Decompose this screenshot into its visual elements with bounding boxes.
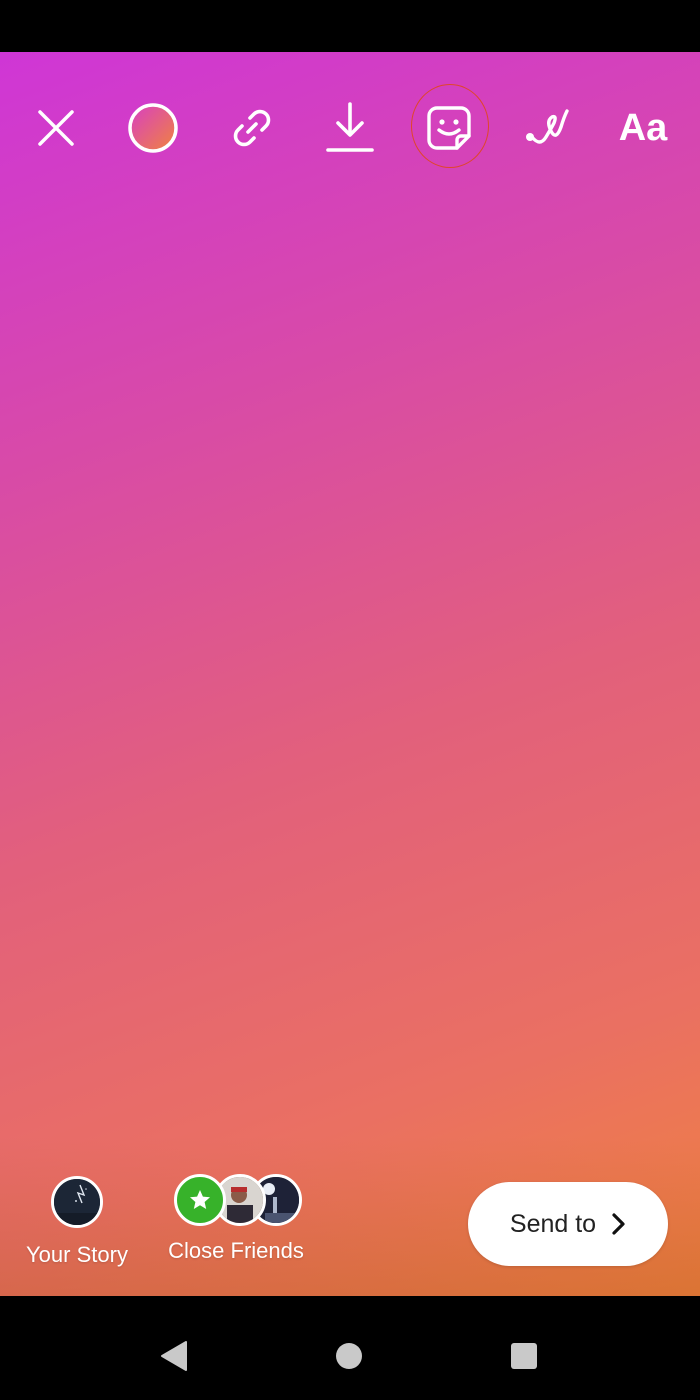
send-to-label: Send to [509, 1209, 597, 1238]
close-friends-button[interactable]: Close Friends [160, 1170, 312, 1264]
send-to-button[interactable]: Send to [468, 1182, 668, 1266]
system-nav-bar [0, 1296, 700, 1400]
color-picker-button[interactable] [113, 78, 193, 178]
chevron-right-icon [612, 1213, 625, 1235]
text-tool-label: Aa [618, 106, 668, 149]
status-bar [0, 0, 700, 52]
nav-recents-button[interactable] [494, 1326, 554, 1386]
close-friends-label: Close Friends [168, 1238, 304, 1263]
link-button[interactable] [212, 78, 292, 178]
nav-home-button[interactable] [319, 1326, 379, 1386]
home-circle-icon [336, 1343, 362, 1369]
story-editor-screen: Aa Your Story Close Friends Send to [0, 0, 700, 1400]
sticker-icon [427, 106, 471, 150]
close-icon [38, 110, 74, 146]
close-button[interactable] [16, 78, 96, 178]
link-icon [233, 109, 271, 147]
sticker-button[interactable] [409, 78, 489, 178]
draw-button[interactable] [506, 78, 586, 178]
download-icon [326, 102, 374, 152]
editor-toolbar: Aa [0, 78, 700, 178]
color-gradient-icon [128, 103, 178, 153]
nav-back-button[interactable] [144, 1326, 204, 1386]
close-friends-badge [174, 1174, 226, 1226]
download-button[interactable] [310, 78, 390, 178]
back-triangle-icon [161, 1341, 187, 1371]
your-story-avatar [51, 1176, 103, 1228]
your-story-label: Your Story [26, 1242, 128, 1267]
story-canvas[interactable] [0, 52, 700, 1296]
close-friends-avatars [166, 1170, 306, 1228]
recents-square-icon [511, 1343, 537, 1369]
draw-squiggle-icon [526, 109, 569, 144]
star-icon [190, 1190, 210, 1209]
your-story-button[interactable]: Your Story [18, 1170, 136, 1268]
text-tool-button[interactable]: Aa [603, 78, 683, 178]
